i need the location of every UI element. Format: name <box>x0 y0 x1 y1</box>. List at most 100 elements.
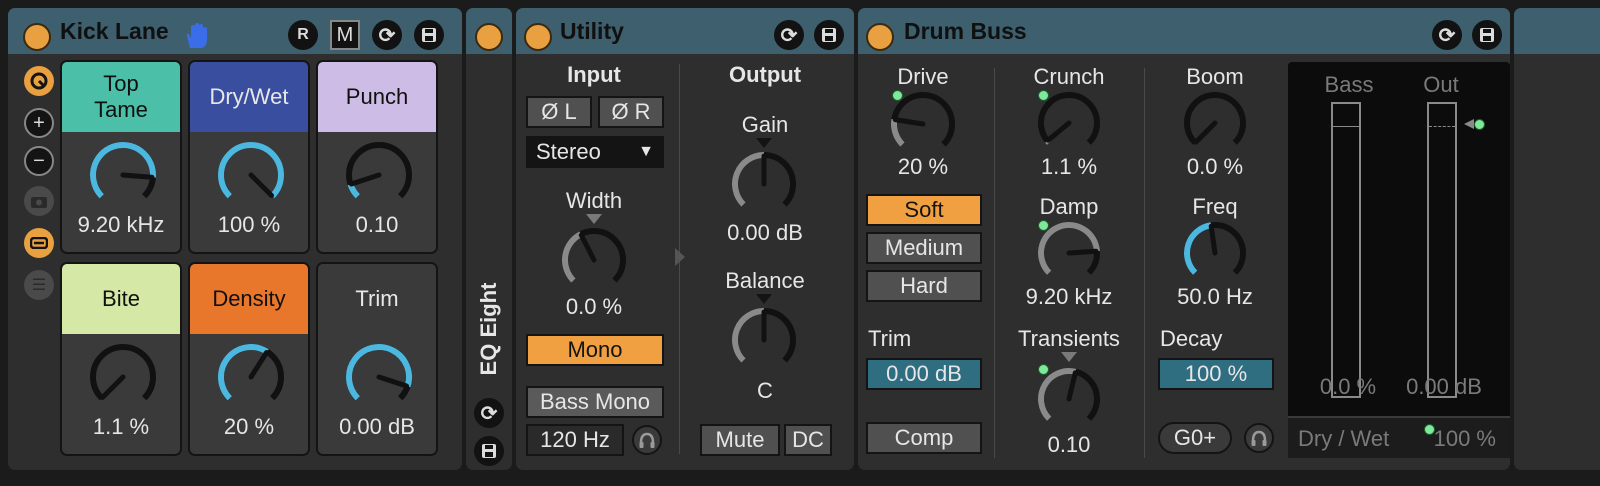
boom-audition-button[interactable]: G0+ <box>1158 422 1232 454</box>
transients-value: 0.10 <box>1047 432 1091 457</box>
out-meter <box>1427 102 1457 398</box>
next-device-header <box>1514 8 1600 54</box>
width-label: Width <box>565 188 623 213</box>
macro-label: Top Tame <box>62 62 180 132</box>
macro-bite[interactable]: Bite 1.1 % <box>60 262 182 456</box>
macro-value: 9.20 kHz <box>77 212 165 237</box>
macro-label: Bite <box>62 264 180 334</box>
utility-power-button[interactable] <box>524 23 552 51</box>
freq-label: Freq <box>1192 194 1238 219</box>
comp-toggle[interactable]: Comp <box>866 422 982 454</box>
eq-eight-save-icon[interactable] <box>474 436 504 466</box>
hot-swap-icon[interactable]: ⟳ <box>372 20 402 50</box>
signal-arrow-icon <box>675 248 685 266</box>
dry-wet-value: 100 % <box>1433 426 1496 451</box>
macro-value: 0.00 dB <box>339 414 415 439</box>
macro-value: 0.10 <box>355 212 399 237</box>
balance-value: C <box>757 378 773 403</box>
macro-dry-wet[interactable]: Dry/Wet 100 % <box>188 60 310 254</box>
drum-buss-power-button[interactable] <box>866 23 894 51</box>
remove-macro-icon[interactable]: − <box>24 146 54 176</box>
save-preset-icon[interactable] <box>414 20 444 50</box>
phase-left-button[interactable]: Ø L <box>526 96 592 128</box>
bass-mono-freq-field[interactable]: 120 Hz <box>526 424 624 456</box>
utility-hot-swap-icon[interactable]: ⟳ <box>774 20 804 50</box>
kick-lane-power-button[interactable] <box>23 23 51 51</box>
width-default-marker-icon <box>586 214 602 224</box>
utility-title: Utility <box>560 18 624 44</box>
dc-toggle[interactable]: DC <box>784 424 832 456</box>
balance-default-marker-icon <box>756 294 772 304</box>
boom-value: 0.0 % <box>1186 154 1244 179</box>
map-button[interactable]: M <box>330 20 360 50</box>
bass-meter-value: 0.0 % <box>1319 374 1377 399</box>
drum-buss-hot-swap-icon[interactable]: ⟳ <box>1432 20 1462 50</box>
crunch-knob[interactable] <box>1036 90 1102 156</box>
channel-mode-value: Stereo <box>536 139 601 164</box>
decay-field[interactable]: 100 % <box>1158 358 1274 390</box>
macro-label: Trim <box>318 264 436 334</box>
macro-value: 20 % <box>223 414 275 439</box>
bass-mono-toggle[interactable]: Bass Mono <box>526 386 664 418</box>
bass-meter <box>1331 102 1361 398</box>
mono-toggle[interactable]: Mono <box>526 334 664 366</box>
macro-top-tame[interactable]: Top Tame 9.20 kHz <box>60 60 182 254</box>
drum-buss-save-icon[interactable] <box>1472 20 1502 50</box>
gain-default-marker-icon <box>756 138 772 148</box>
out-mod-led <box>1474 119 1485 130</box>
macro-knob[interactable] <box>344 140 414 210</box>
macro-value: 1.1 % <box>92 414 150 439</box>
phase-right-button[interactable]: Ø R <box>598 96 664 128</box>
drive-value: 20 % <box>897 154 949 179</box>
macro-knob[interactable] <box>88 140 158 210</box>
eq-eight-device: EQ Eight ⟳ <box>466 8 512 470</box>
add-macro-icon[interactable]: + <box>24 108 54 138</box>
chevron-down-icon: ▼ <box>638 143 654 160</box>
crunch-value: 1.1 % <box>1040 154 1098 179</box>
chain-list-icon[interactable]: ☰ <box>24 270 54 300</box>
macro-punch[interactable]: Punch 0.10 <box>316 60 438 254</box>
macro-knob[interactable] <box>216 342 286 412</box>
macro-trim[interactable]: Trim 0.00 dB <box>316 262 438 456</box>
mute-toggle[interactable]: Mute <box>700 424 780 456</box>
macro-knob[interactable] <box>216 140 286 210</box>
macro-knob[interactable] <box>88 342 158 412</box>
randomize-button[interactable]: R <box>288 20 318 50</box>
freq-knob[interactable] <box>1182 220 1248 286</box>
boom-headphones-icon[interactable] <box>1244 423 1274 453</box>
gain-value: 0.00 dB <box>727 220 803 245</box>
snapshot-icon[interactable] <box>24 186 54 216</box>
macro-label: Density <box>190 264 308 334</box>
drive-knob[interactable] <box>889 90 957 158</box>
damp-label: Damp <box>1039 194 1099 219</box>
drive-type-soft[interactable]: Soft <box>866 194 982 226</box>
width-knob[interactable] <box>560 226 628 294</box>
hand-icon <box>186 23 207 48</box>
output-section-label: Output <box>728 62 802 87</box>
damp-value: 9.20 kHz <box>1025 284 1113 309</box>
transients-knob[interactable] <box>1036 366 1102 432</box>
eq-eight-hot-swap-icon[interactable]: ⟳ <box>474 398 504 428</box>
bass-mono-audition-icon[interactable] <box>632 425 662 455</box>
drive-type-medium[interactable]: Medium <box>866 232 982 264</box>
balance-knob[interactable] <box>730 306 798 374</box>
dry-wet-row[interactable]: Dry / Wet 100 % <box>1288 416 1510 458</box>
drive-type-hard[interactable]: Hard <box>866 270 982 302</box>
eq-eight-power-button[interactable] <box>475 23 503 51</box>
kick-lane-title: Kick Lane <box>60 18 169 44</box>
chain-view-icon[interactable] <box>24 228 54 258</box>
macro-view-icon[interactable] <box>24 66 54 96</box>
damp-knob[interactable] <box>1036 220 1102 286</box>
trim-label: Trim <box>868 326 912 351</box>
channel-mode-select[interactable]: Stereo ▼ <box>526 136 664 168</box>
macro-knob[interactable] <box>344 342 414 412</box>
macro-density[interactable]: Density 20 % <box>188 262 310 456</box>
gain-knob[interactable] <box>730 150 798 218</box>
trim-field[interactable]: 0.00 dB <box>866 358 982 390</box>
utility-save-icon[interactable] <box>814 20 844 50</box>
meter-panel: Bass Out 0.0 % 0.00 dB Dry / Wet 100 % <box>1288 62 1510 458</box>
drive-label: Drive <box>897 64 949 89</box>
out-meter-label: Out <box>1423 72 1459 97</box>
boom-knob[interactable] <box>1182 90 1248 156</box>
kick-lane-rack: Kick Lane R M ⟳ + − ☰ Top Tame 9.20 kHz <box>8 8 462 470</box>
